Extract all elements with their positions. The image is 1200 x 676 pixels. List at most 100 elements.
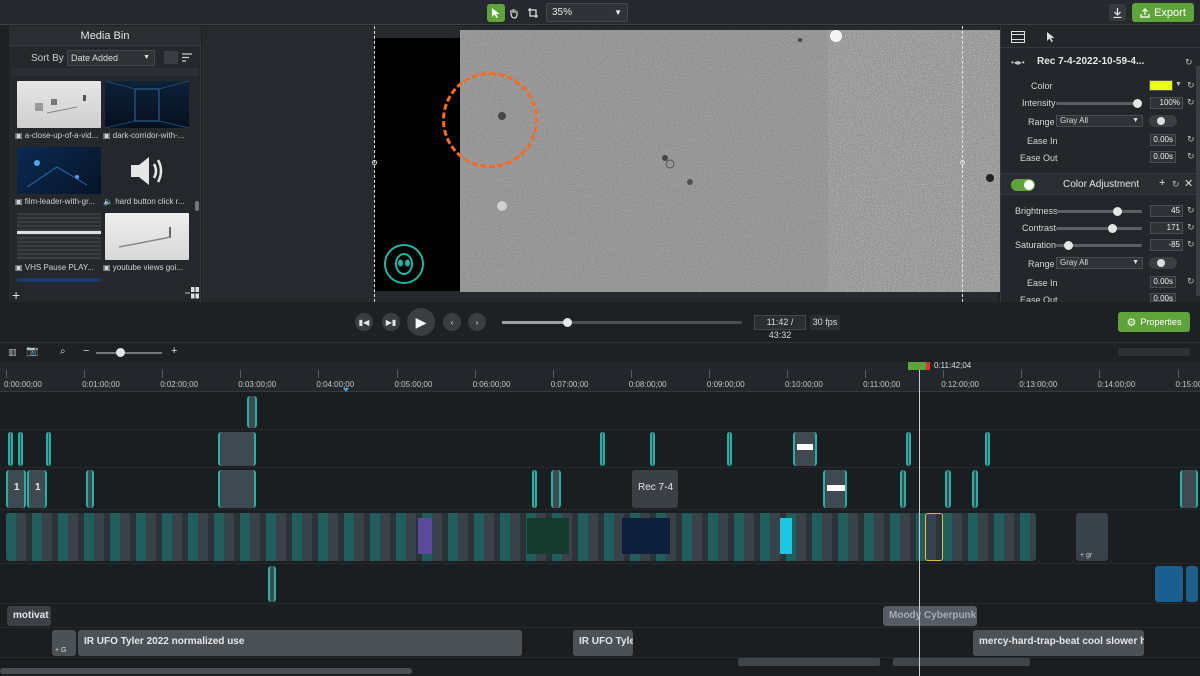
timeline-horizontal-scrollbar[interactable] bbox=[0, 668, 412, 674]
timeline-clip[interactable] bbox=[900, 470, 906, 508]
media-thumb[interactable] bbox=[105, 213, 189, 260]
video-clip-strip[interactable] bbox=[6, 513, 1036, 561]
timeline-clip[interactable] bbox=[1155, 566, 1183, 602]
reset-icon[interactable]: ↻ bbox=[1187, 205, 1195, 216]
contrast-value[interactable]: 171 bbox=[1150, 222, 1183, 234]
reset-icon[interactable]: ↻ bbox=[1187, 97, 1195, 108]
audio-clip[interactable]: IR UFO Tyler 2022 normalized use bbox=[78, 630, 522, 656]
timeline-clip[interactable] bbox=[8, 432, 13, 466]
timeline-clip[interactable] bbox=[793, 432, 817, 466]
color-adjustment-header[interactable]: Color Adjustment + ↻ ✕ bbox=[1001, 173, 1200, 195]
reset-icon[interactable]: ↻ bbox=[1187, 80, 1195, 91]
color-swatch[interactable] bbox=[1149, 80, 1173, 91]
crop-tool-button[interactable] bbox=[524, 4, 542, 22]
audio-clip[interactable]: IR UFO Tyle bbox=[573, 630, 633, 656]
play-button[interactable]: ▶ bbox=[407, 308, 435, 336]
canvas-handle[interactable] bbox=[960, 160, 965, 165]
next-marker-button[interactable]: › bbox=[468, 313, 486, 331]
timeline-clip[interactable]: + gr bbox=[1076, 513, 1108, 561]
intensity-slider-knob[interactable] bbox=[1133, 99, 1142, 108]
timeline-clip[interactable] bbox=[18, 432, 23, 466]
reset-icon[interactable]: ↻ bbox=[1187, 222, 1195, 233]
properties-scrollbar[interactable] bbox=[1196, 66, 1200, 296]
brightness-value[interactable]: 45 bbox=[1150, 205, 1183, 217]
reset-icon[interactable]: ↻ bbox=[1185, 57, 1193, 68]
saturation-value[interactable]: -85 bbox=[1150, 239, 1183, 251]
audio-clip[interactable] bbox=[893, 658, 1030, 666]
zoom-select[interactable]: 35% ▼ bbox=[546, 3, 628, 22]
scrubber-knob[interactable] bbox=[562, 318, 572, 327]
ease-in-value[interactable]: 0.00s bbox=[1150, 134, 1176, 146]
media-thumb[interactable] bbox=[17, 213, 101, 260]
ease-out-value[interactable]: 0.00s bbox=[1150, 151, 1176, 163]
media-thumb[interactable] bbox=[105, 147, 189, 194]
ease-in-value[interactable]: 0.00s bbox=[1150, 276, 1176, 288]
properties-button[interactable]: ⚙ Properties bbox=[1118, 312, 1190, 332]
playback-scrubber[interactable] bbox=[502, 318, 742, 327]
timeline-clip[interactable] bbox=[551, 470, 561, 508]
media-thumb[interactable] bbox=[104, 80, 190, 129]
intensity-slider[interactable] bbox=[1056, 99, 1142, 108]
timeline-clip[interactable]: 1 bbox=[27, 470, 47, 508]
media-thumb[interactable] bbox=[17, 81, 101, 128]
saturation-slider[interactable] bbox=[1056, 241, 1142, 250]
ease-out-value[interactable]: 0.00s bbox=[1150, 293, 1176, 302]
sort-select[interactable]: Date Added ▼ bbox=[67, 50, 155, 66]
zoom-in-icon[interactable]: + bbox=[171, 345, 177, 357]
timeline-clip[interactable] bbox=[532, 470, 537, 508]
timeline-clip[interactable] bbox=[823, 470, 847, 508]
intensity-value[interactable]: 100% bbox=[1150, 97, 1183, 109]
timeline-scroll-indicator[interactable] bbox=[1118, 348, 1190, 356]
search-icon[interactable]: ⌕ bbox=[60, 346, 66, 357]
audio-clip[interactable] bbox=[738, 658, 880, 666]
reset-icon[interactable]: ↻ bbox=[1187, 151, 1195, 162]
timeline-clip[interactable] bbox=[86, 470, 94, 508]
timeline-clip[interactable]: 1 bbox=[6, 470, 26, 508]
timeline-clip[interactable] bbox=[945, 470, 951, 508]
contrast-slider-knob[interactable] bbox=[1108, 224, 1117, 233]
contrast-slider[interactable] bbox=[1056, 224, 1142, 233]
add-media-button[interactable]: + bbox=[12, 287, 20, 303]
audio-clip[interactable]: mercy-hard-trap-beat cool slower ha bbox=[973, 630, 1144, 656]
range-mode-toggle[interactable] bbox=[1149, 115, 1177, 127]
step-back-button[interactable]: ▮◀ bbox=[355, 313, 373, 331]
timeline-zoom-slider[interactable] bbox=[96, 352, 162, 354]
grid-view-button[interactable] bbox=[185, 287, 199, 299]
chevron-down-icon[interactable]: ▼ bbox=[1175, 81, 1182, 88]
playhead-handle[interactable] bbox=[908, 362, 930, 370]
timeline-clip[interactable]: Rec 7-4 bbox=[632, 470, 678, 508]
timeline-tracks[interactable]: 1 1 Rec 7-4 + gr motivat Moody Cyberpunk… bbox=[0, 392, 1200, 676]
camera-icon[interactable]: 📷 bbox=[26, 346, 38, 357]
download-button[interactable] bbox=[1109, 4, 1126, 21]
timeline-clip[interactable] bbox=[46, 432, 51, 466]
timeline-clip[interactable] bbox=[268, 566, 276, 602]
previous-marker-button[interactable]: ‹ bbox=[443, 313, 461, 331]
timeline-clip[interactable]: Moody Cyberpunk bbox=[883, 606, 977, 626]
timeline-clip[interactable] bbox=[218, 470, 256, 508]
sort-order-button[interactable] bbox=[180, 51, 194, 64]
audio-clip[interactable]: + G bbox=[52, 630, 76, 656]
media-scrollbar[interactable] bbox=[195, 201, 199, 211]
timeline-clip[interactable]: motivat bbox=[7, 606, 51, 626]
timeline-clip[interactable] bbox=[650, 432, 655, 466]
reset-icon[interactable]: ↻ bbox=[1187, 276, 1195, 287]
zoom-out-icon[interactable]: − bbox=[83, 345, 89, 357]
timeline-clip[interactable] bbox=[985, 432, 990, 466]
timeline-zoom-knob[interactable] bbox=[116, 348, 125, 357]
select-tool-button[interactable] bbox=[487, 4, 505, 22]
export-button[interactable]: Export bbox=[1132, 3, 1194, 22]
saturation-slider-knob[interactable] bbox=[1064, 241, 1073, 250]
track-view-icon[interactable]: ▥ bbox=[8, 347, 17, 358]
timeline-ruler[interactable]: 0:11:42;04 0:00:00;00 0:01:00;00 0:02:00;0… bbox=[0, 361, 1200, 392]
range-select[interactable]: Gray All ▼ bbox=[1056, 115, 1143, 127]
brightness-slider-knob[interactable] bbox=[1113, 207, 1122, 216]
timeline-clip[interactable] bbox=[1180, 470, 1198, 508]
color-adjustment-toggle[interactable] bbox=[1011, 179, 1035, 191]
reset-icon[interactable]: ↻ bbox=[1187, 239, 1195, 250]
brightness-slider[interactable] bbox=[1056, 207, 1142, 216]
canvas-handle[interactable] bbox=[372, 160, 377, 165]
range-select[interactable]: Gray All ▼ bbox=[1056, 257, 1143, 269]
range-mode-toggle[interactable] bbox=[1149, 257, 1177, 269]
timeline-clip[interactable] bbox=[218, 432, 256, 466]
timeline-clip[interactable] bbox=[727, 432, 732, 466]
